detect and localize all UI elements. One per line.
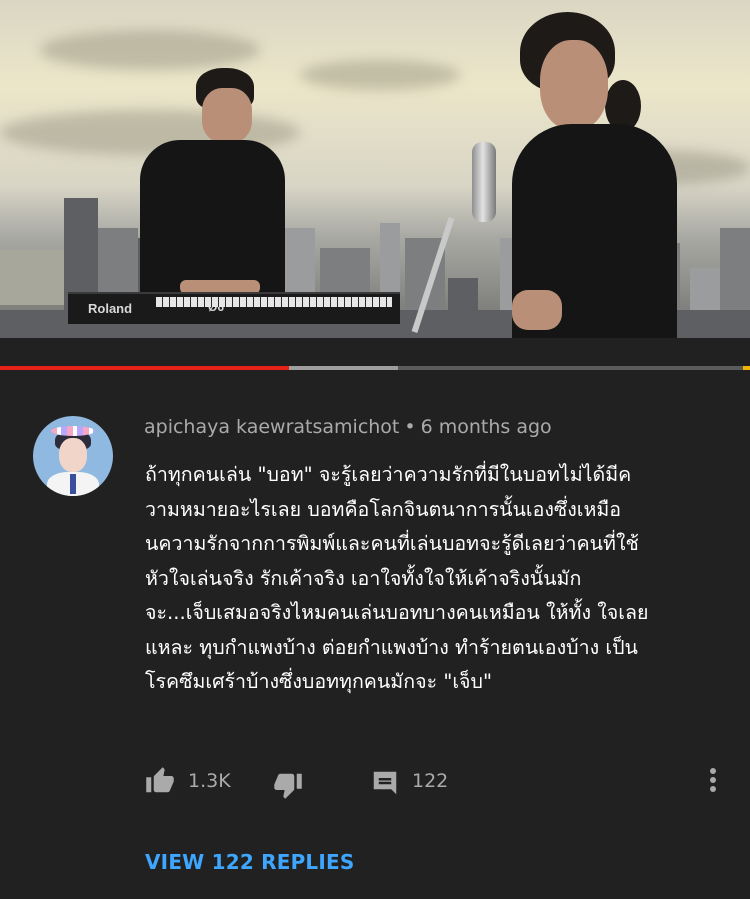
keyboard-player <box>140 140 285 300</box>
comment-author[interactable]: apichaya kaewratsamichot <box>144 416 399 438</box>
comment-line: ถ้าทุกคนเล่น "บอท" จะรู้เลยว่าความรักที่… <box>145 463 632 486</box>
comment-line: นความรักจากการพิมพ์และคนที่เล่นบอทจะรู้ด… <box>145 532 639 555</box>
comment-header: apichaya kaewratsamichot • 6 months ago <box>144 416 552 438</box>
like-count: 1.3K <box>188 770 231 792</box>
meta-separator: • <box>404 416 416 438</box>
comment-line: หัวใจเล่นจริง รักเค้าจริง เอาใจทั้งใจให้… <box>145 566 582 590</box>
played-bar <box>0 366 289 370</box>
keyboard-brand: Roland <box>88 301 133 316</box>
comment-line: วามหมายอะไรเลย บอทคือโลกจินตนาการนั้นเอง… <box>145 497 622 521</box>
keyboard: Roland Ø6 <box>68 292 400 324</box>
comment-time[interactable]: 6 months ago <box>421 416 552 438</box>
reply-count: 122 <box>412 770 449 792</box>
comment-line: จะ...เจ็บเสมอจริงไหมคนเล่นบอทบางคนเหมือน… <box>145 601 649 624</box>
comment-body: ถ้าทุกคนเล่น "บอท" จะรู้เลยว่าความรักที่… <box>145 458 735 700</box>
progress-bar[interactable] <box>0 366 750 370</box>
video-player[interactable]: Roland Ø6 <box>0 0 750 338</box>
thumbs-down-icon[interactable] <box>273 770 303 800</box>
comment-icon[interactable] <box>370 768 400 798</box>
comment-line: โรคซึมเศร้าบ้างซึ่งบอททุกคนมักจะ "เจ็บ" <box>145 670 492 693</box>
avatar[interactable] <box>33 416 113 496</box>
chapter-marker <box>743 366 750 370</box>
comment-line: แหละ ทุบกำแพงบ้าง ต่อยกำแพงบ้าง ทำร้ายตน… <box>145 635 638 659</box>
thumbs-up-icon[interactable] <box>145 766 175 796</box>
river <box>0 250 70 305</box>
more-vertical-icon[interactable] <box>705 768 721 796</box>
microphone <box>472 142 496 222</box>
view-replies-button[interactable]: VIEW 122 REPLIES <box>145 850 355 874</box>
